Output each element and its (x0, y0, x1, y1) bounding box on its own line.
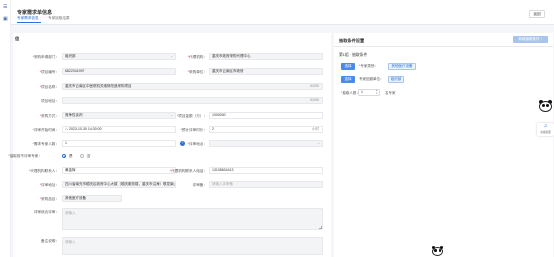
project-name-field[interactable]: 重庆市云南区中医院机关维修改造采购项目 0/200 (62, 83, 323, 90)
page-title: 专家需求单信息 (17, 10, 53, 16)
count-unit: 名专家 (385, 91, 396, 95)
contact-input[interactable]: 黄金辉 (62, 167, 176, 174)
field-label-project-address: 项目地址： (41, 99, 59, 103)
avoid-unit-label: 专家回避单位： (359, 77, 384, 81)
conditions-title: 抽取条件设置 (339, 38, 365, 43)
floating-assistant: ♫ 在线客服 (537, 100, 554, 146)
expert-count-input[interactable]: 1 (62, 140, 176, 147)
tab-active-indicator (17, 22, 41, 23)
project-no-field: 6822341997 (62, 68, 176, 75)
back-button[interactable]: 返回 (529, 10, 545, 18)
agency-field: 重庆市政府采购代理中心 (209, 53, 323, 60)
form-section-title: 信 (15, 36, 20, 41)
select-avoid-button[interactable]: 选择 (341, 76, 355, 83)
select-category-button[interactable]: 选择 (341, 63, 355, 70)
menu-icon[interactable]: ☰ (3, 5, 8, 10)
field-label-review-place: *评审地点： (187, 142, 207, 146)
field-label-amount: *项目金额（万）： (176, 114, 207, 118)
field-label-duration: *预计评审时长： (180, 128, 207, 132)
headset-icon: ♫ (543, 123, 548, 129)
duration-input[interactable]: 2 小时 (209, 126, 323, 133)
tab-expert-info[interactable]: 专家需求信息 (17, 16, 39, 21)
field-label-comprehensive: 评审综合评审： (33, 210, 59, 214)
field-label-method: *采购方式： (39, 114, 59, 118)
chevron-down-icon: ⌄ (170, 54, 173, 58)
expert-category-label: *专家类别： (359, 64, 378, 68)
field-label-agency: *代理机构： (187, 55, 207, 59)
expert-category-tag[interactable]: 其他医疗设备 (388, 63, 416, 70)
review-note-input[interactable]: 请输入评审备 (209, 181, 323, 188)
count-stepper[interactable]: 1 ▲ ▼ (358, 89, 380, 96)
field-label-expert-count: *需求专家人数： (32, 142, 59, 146)
chevron-down-icon: ⌄ (317, 141, 320, 145)
field-label-project-no: *项目编号： (39, 70, 59, 74)
radio-no[interactable] (80, 154, 84, 158)
field-label-purchaser: *采购单位： (187, 70, 207, 74)
chevron-down-icon: ⌄ (170, 113, 173, 117)
document-icon[interactable]: ▣ (3, 17, 8, 22)
add-condition-button[interactable]: 新增抽取条件 + (513, 36, 548, 43)
field-label-contact: *代理机构联系人： (28, 169, 59, 173)
stepper-arrows-icon[interactable]: ▲ ▼ (376, 89, 378, 95)
requirement-form: 信 *采购申请部门： 组织部 ⌄ *代理机构： 重庆市政府采购代理中心 *项目编号… (8, 33, 331, 257)
field-label-review-address: *评审地址： (39, 183, 59, 187)
start-time-picker[interactable]: ◷ 2023-10-30 14:30:00 (62, 126, 176, 133)
dept-select[interactable]: 组织部 ⌄ (62, 53, 176, 60)
field-label-category: *采购品目： (39, 197, 59, 201)
comprehensive-textarea[interactable]: 请输入 (62, 208, 323, 230)
purchaser-field: 重庆市云南区市政府 (209, 68, 323, 75)
amount-input[interactable]: 1000000 (209, 112, 323, 119)
app-root: ☰ ▣ 专家需求单信息 专家需求信息 专家抽取结果 返回 信 *采购申请部门： … (0, 0, 554, 257)
radio-yes[interactable] (62, 154, 66, 158)
field-label-remark: 备注说明： (41, 239, 59, 243)
conditions-divider (334, 46, 553, 47)
method-select[interactable]: 竞争性谈判 ⌄ (62, 112, 176, 119)
field-label-review-note: 评审备： (192, 183, 207, 187)
radio-no-label: 否 (87, 154, 91, 158)
category-field[interactable]: 其他医疗设备 (62, 195, 122, 202)
tab-extract-result[interactable]: 专家抽取结果 (48, 16, 70, 21)
avoid-unit-tag[interactable]: 组织部 (388, 76, 404, 83)
field-label-start-time: *评审开始时间： (32, 128, 59, 132)
page-header: 专家需求单信息 专家需求信息 专家抽取结果 返回 (11, 0, 554, 25)
online-support-button[interactable]: ♫ 在线客服 (537, 123, 554, 136)
contact-phone-input[interactable]: 13108634413 (209, 167, 323, 174)
panda-small-icon[interactable] (432, 246, 443, 256)
help-icon[interactable]: ? (180, 141, 185, 146)
project-address-field[interactable]: 0/200 (62, 97, 323, 104)
field-label-pre-extract: *抽取前不评审专家： (8, 154, 42, 158)
radio-yes-label: 是 (69, 154, 73, 158)
left-nav-rail: ☰ ▣ (0, 0, 11, 257)
remark-textarea[interactable]: 请输入 (62, 237, 323, 255)
review-address-field[interactable]: 四川省南充市顺庆区政府中心大楼（顺庆服务楼，重庆市沿海）联发南山 (62, 181, 176, 188)
field-label-project-name: *项目名称： (39, 85, 59, 89)
field-label-dept: *采购申请部门： (32, 55, 59, 59)
panda-mascot-icon[interactable] (539, 100, 552, 112)
condition-group-title: 第1组 · 抽取条件 (339, 53, 368, 57)
review-place-select[interactable]: ⌄ (209, 140, 323, 147)
resize-handle-icon[interactable] (318, 225, 322, 229)
field-label-contact-phone: *代理机构联系人电话： (169, 169, 207, 173)
extract-conditions-panel: 抽取条件设置 新增抽取条件 + 第1组 · 抽取条件 选择 *专家类别： 其他医… (334, 33, 553, 257)
